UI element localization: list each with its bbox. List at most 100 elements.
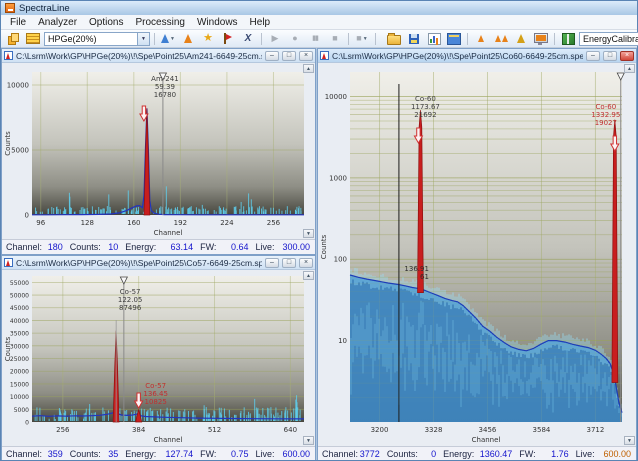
flag-marker-icon[interactable] [219, 31, 237, 46]
child-window-co57: C:\Lsrm\Work\GP\HPGe(20%)\!\Spe\Point25\… [1, 255, 316, 460]
toolbar-separator [348, 33, 349, 45]
svg-text:Channel: Channel [154, 229, 183, 237]
status-bar-co60: Channel:3772 Counts:0 Energy:1360.47 FW:… [318, 446, 636, 460]
acquire-stop-icon[interactable]: ■ [326, 31, 344, 46]
svg-text:Channel: Channel [154, 436, 183, 444]
status-energy-value: 63.14 [171, 242, 201, 252]
svg-text:512: 512 [208, 426, 221, 434]
spectrum-plot-co60[interactable]: 136.9161Co-601173.6721692Co-601332.95190… [318, 63, 636, 446]
status-live-label: Live: [576, 449, 595, 459]
svg-text:Counts: Counts [320, 234, 328, 259]
status-bar-co57: Channel:359 Counts:35 Energy:127.74 FW:0… [2, 446, 315, 460]
acquire-start-icon[interactable]: ▶ [266, 31, 284, 46]
window-titlebar-co57[interactable]: C:\Lsrm\Work\GP\HPGe(20%)\!\Spe\Point25\… [2, 256, 315, 270]
svg-text:15000: 15000 [10, 381, 29, 388]
svg-text:40000: 40000 [10, 318, 29, 325]
calibration-book-icon[interactable] [559, 31, 577, 46]
spectrum-table-icon[interactable] [24, 31, 42, 46]
toolbar: HPGe(20%) ▼ ▼ ★ X ▶ ● ▮▮ ■ ■▼ EnergyCali… [1, 30, 637, 48]
minimize-button[interactable]: – [586, 51, 600, 61]
svg-text:96: 96 [36, 219, 45, 227]
close-button[interactable]: × [299, 51, 313, 61]
svg-text:1173.67: 1173.67 [411, 103, 440, 111]
svg-text:224: 224 [220, 219, 234, 227]
peak-double-icon[interactable] [492, 31, 510, 46]
svg-text:10000: 10000 [7, 82, 29, 90]
window-title-co60: C:\Lsrm\Work\GP\HPGe(20%)\!\Spe\Point25\… [332, 51, 583, 61]
toolbar-separator [375, 33, 376, 45]
spectra-pages-icon[interactable] [4, 31, 22, 46]
svg-text:30000: 30000 [10, 343, 29, 350]
svg-text:3200: 3200 [371, 426, 389, 434]
open-folder-icon[interactable] [385, 31, 403, 46]
spin-down-icon[interactable]: ▼ [624, 436, 635, 445]
svg-text:5000: 5000 [11, 147, 29, 155]
window-titlebar-am241[interactable]: C:\Lsrm\Work\GP\HPGe(20%)\!\Spe\Point25\… [2, 49, 315, 63]
svg-text:87496: 87496 [119, 304, 142, 312]
spectrum-svg-am241[interactable]: Am-24159.3916780050001000096128160192224… [2, 63, 315, 239]
svg-text:Co-60: Co-60 [415, 95, 436, 103]
maximize-button[interactable]: □ [282, 258, 296, 268]
spectrum-plot-am241[interactable]: Am-24159.3916780050001000096128160192224… [2, 63, 315, 239]
spin-up-icon[interactable]: ▲ [303, 271, 314, 280]
close-button[interactable]: × [620, 51, 634, 61]
acquire-stop-alt-icon[interactable]: ■▼ [353, 31, 371, 46]
minimize-button[interactable]: – [265, 258, 279, 268]
close-button[interactable]: × [299, 258, 313, 268]
acquire-record-icon[interactable]: ● [286, 31, 304, 46]
spin-down-icon[interactable]: ▼ [303, 436, 314, 445]
toolbar-separator [554, 33, 555, 45]
peak-search-icon[interactable] [179, 31, 197, 46]
menu-analyzer[interactable]: Analyzer [32, 17, 83, 28]
save-icon[interactable] [405, 31, 423, 46]
window-title-am241: C:\Lsrm\Work\GP\HPGe(20%)\!\Spe\Point25\… [16, 51, 262, 61]
peak-single-icon[interactable] [472, 31, 490, 46]
menu-windows[interactable]: Windows [191, 17, 244, 28]
status-counts-value: 35 [108, 449, 125, 459]
maximize-button[interactable]: □ [603, 51, 617, 61]
spectrum-svg-co57[interactable]: Co-57122.0587496Co-57136.451082505000100… [2, 270, 315, 446]
chevron-down-icon[interactable]: ▼ [137, 33, 149, 45]
spin-down-icon[interactable]: ▼ [303, 229, 314, 238]
menu-file[interactable]: File [4, 17, 32, 28]
svg-text:192: 192 [174, 219, 187, 227]
spin-up-icon[interactable]: ▲ [624, 64, 635, 73]
window-titlebar-co60[interactable]: C:\Lsrm\Work\GP\HPGe(20%)\!\Spe\Point25\… [318, 49, 636, 63]
app-titlebar[interactable]: SpectraLine [1, 1, 637, 15]
svg-text:0: 0 [25, 420, 29, 427]
spectrum-svg-co60[interactable]: 136.9161Co-601173.6721692Co-601332.95190… [318, 63, 634, 446]
status-energy-label: Energy: [125, 242, 156, 252]
status-energy-value: 127.74 [166, 449, 201, 459]
maximize-button[interactable]: □ [282, 51, 296, 61]
report-chart-icon[interactable] [425, 31, 443, 46]
status-energy-label: Energy: [125, 449, 156, 459]
new-window-icon[interactable] [445, 31, 463, 46]
status-bar-am241: Channel:180 Counts:10 Energy:63.14 FW:0.… [2, 239, 315, 254]
svg-text:10000: 10000 [325, 93, 347, 101]
status-live-label: Live: [256, 242, 275, 252]
svg-text:Co-60: Co-60 [595, 103, 616, 111]
svg-text:10825: 10825 [145, 398, 167, 406]
menu-processing[interactable]: Processing [130, 17, 191, 28]
status-energy-value: 1360.47 [480, 449, 520, 459]
menu-options[interactable]: Options [83, 17, 129, 28]
status-live-value: 600.00 [282, 449, 311, 459]
menu-help[interactable]: Help [244, 17, 277, 28]
status-counts-value: 0 [431, 449, 443, 459]
nuclide-id-icon[interactable]: X [239, 31, 257, 46]
minimize-button[interactable]: – [265, 51, 279, 61]
svg-text:100: 100 [334, 256, 347, 264]
monitor-icon[interactable] [532, 31, 550, 46]
detector-cone-icon[interactable]: ▼ [159, 31, 177, 46]
peak-fit-icon[interactable]: ★ [199, 31, 217, 46]
peak-area-icon[interactable] [512, 31, 530, 46]
calibration-select[interactable]: EnergyCalibration ▼ [579, 32, 638, 46]
detector-select[interactable]: HPGe(20%) ▼ [44, 32, 150, 46]
mdi-area: C:\Lsrm\Work\GP\HPGe(20%)\!\Spe\Point25\… [1, 48, 637, 460]
spectrum-plot-co57[interactable]: Co-57122.0587496Co-57136.451082505000100… [2, 270, 315, 446]
status-counts-value: 10 [108, 242, 125, 252]
svg-text:Channel: Channel [472, 436, 501, 444]
status-channel-label: Channel: [6, 242, 42, 252]
acquire-pause-icon[interactable]: ▮▮ [306, 31, 324, 46]
spin-up-icon[interactable]: ▲ [303, 64, 314, 73]
